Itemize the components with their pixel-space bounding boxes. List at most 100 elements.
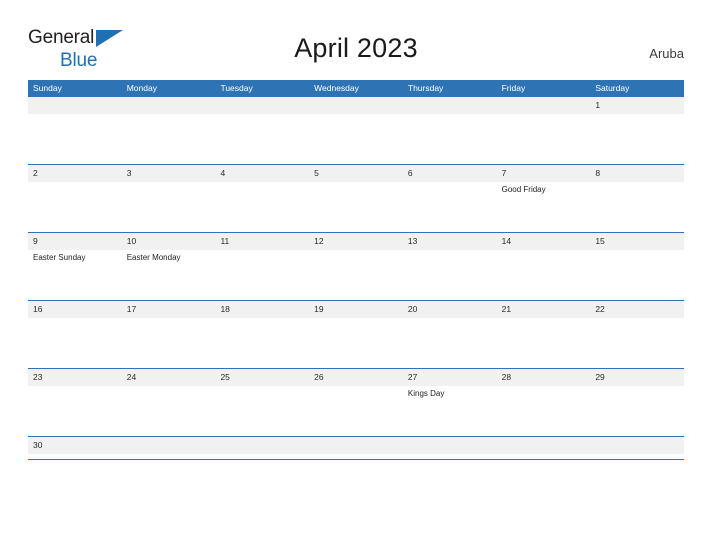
weekday-header-row: Sunday Monday Tuesday Wednesday Thursday Frid…	[28, 80, 684, 97]
day-cell-18[interactable]: 18	[215, 301, 310, 368]
day-cell-2[interactable]: 2	[28, 165, 122, 232]
weekday-header-thursday: Thursday	[407, 83, 444, 93]
page-title: April 2023	[294, 33, 418, 63]
day-cell-8[interactable]: 8	[590, 165, 685, 232]
day-cell-7[interactable]: 7 Good Friday	[496, 165, 591, 232]
day-cell-30[interactable]: 30	[28, 437, 122, 459]
day-cell-empty	[309, 97, 403, 164]
day-cell-25[interactable]: 25	[215, 369, 310, 436]
day-cell-empty	[215, 97, 310, 164]
day-number	[496, 437, 591, 454]
day-number: 3	[121, 165, 216, 182]
day-cell-6[interactable]: 6	[402, 165, 497, 232]
day-number: 27	[402, 369, 497, 386]
week-cells: 16 17 18 19 20 21 22	[28, 301, 685, 368]
day-cell-1[interactable]: 1	[590, 97, 685, 164]
day-cell-5[interactable]: 5	[309, 165, 403, 232]
day-number	[309, 437, 403, 454]
day-cell-20[interactable]: 20	[402, 301, 497, 368]
day-cell-23[interactable]: 23	[28, 369, 122, 436]
day-number	[28, 97, 122, 114]
weekday-header-friday: Friday	[501, 83, 526, 93]
holiday-label: Good Friday	[501, 185, 546, 194]
day-number	[121, 97, 216, 114]
day-number: 28	[496, 369, 591, 386]
day-number: 24	[121, 369, 216, 386]
calendar-week-row: 2 3 4 5 6 7 Good Friday 8	[28, 164, 685, 232]
calendar-weeks: 1 2 3 4 5 6 7 Good Friday 8 9 Easter Sunday 10 Easte…	[28, 97, 685, 459]
weekday-header-sunday: Sunday	[33, 83, 62, 93]
day-cell-empty	[402, 437, 497, 459]
day-number: 1	[590, 97, 685, 114]
day-cell-empty	[496, 437, 591, 459]
day-number: 8	[590, 165, 685, 182]
calendar-week-row: 23 24 25 26 27 Kings Day 28 29	[28, 368, 685, 436]
week-cells: 1	[28, 97, 685, 164]
day-number	[402, 437, 497, 454]
day-number: 20	[402, 301, 497, 318]
day-number	[215, 97, 310, 114]
day-cell-11[interactable]: 11	[215, 233, 310, 300]
day-cell-22[interactable]: 22	[590, 301, 685, 368]
day-cell-empty	[402, 97, 497, 164]
day-cell-15[interactable]: 15	[590, 233, 685, 300]
day-number: 18	[215, 301, 310, 318]
day-number: 14	[496, 233, 591, 250]
day-cell-empty	[28, 97, 122, 164]
day-number: 29	[590, 369, 685, 386]
day-events: Good Friday	[497, 182, 591, 195]
day-number: 10	[121, 233, 216, 250]
day-number	[402, 97, 497, 114]
weekday-header-tuesday: Tuesday	[220, 83, 253, 93]
calendar-week-row: 30	[28, 436, 685, 459]
day-cell-14[interactable]: 14	[496, 233, 591, 300]
day-number: 25	[215, 369, 310, 386]
day-cell-13[interactable]: 13	[402, 233, 497, 300]
day-number: 19	[309, 301, 403, 318]
day-cell-16[interactable]: 16	[28, 301, 122, 368]
day-cell-24[interactable]: 24	[121, 369, 216, 436]
calendar-week-row: 9 Easter Sunday 10 Easter Monday 11 12 13 14 15	[28, 232, 685, 300]
week-cells: 30	[28, 437, 685, 459]
holiday-label: Kings Day	[407, 389, 445, 398]
day-number: 11	[215, 233, 310, 250]
day-number: 2	[28, 165, 122, 182]
holiday-label: Easter Monday	[126, 253, 181, 262]
page-header: General Blue April 2023 Aruba	[0, 0, 712, 80]
day-number: 30	[28, 437, 122, 454]
week-cells: 23 24 25 26 27 Kings Day 28 29	[28, 369, 685, 436]
day-number: 22	[590, 301, 685, 318]
day-events: Kings Day	[403, 386, 497, 399]
day-number: 21	[496, 301, 591, 318]
day-cell-4[interactable]: 4	[215, 165, 310, 232]
day-cell-empty	[215, 437, 310, 459]
day-number: 13	[402, 233, 497, 250]
day-cell-27[interactable]: 27 Kings Day	[402, 369, 497, 436]
calendar-week-row: 1	[28, 97, 685, 164]
day-cell-empty	[496, 97, 591, 164]
day-number: 17	[121, 301, 216, 318]
day-cell-9[interactable]: 9 Easter Sunday	[28, 233, 122, 300]
day-number	[309, 97, 403, 114]
day-cell-12[interactable]: 12	[309, 233, 403, 300]
day-number: 4	[215, 165, 310, 182]
day-cell-empty	[590, 437, 685, 459]
day-cell-21[interactable]: 21	[496, 301, 591, 368]
day-number: 15	[590, 233, 685, 250]
day-number: 7	[496, 165, 591, 182]
day-cell-26[interactable]: 26	[309, 369, 403, 436]
day-cell-empty	[121, 437, 216, 459]
day-cell-17[interactable]: 17	[121, 301, 216, 368]
day-cell-10[interactable]: 10 Easter Monday	[121, 233, 216, 300]
day-number	[215, 437, 310, 454]
day-number	[590, 437, 685, 454]
day-number	[496, 97, 591, 114]
day-events: Easter Monday	[122, 250, 216, 263]
day-cell-3[interactable]: 3	[121, 165, 216, 232]
day-cell-19[interactable]: 19	[309, 301, 403, 368]
weekday-header-saturday: Saturday	[595, 83, 630, 93]
day-events: Easter Sunday	[28, 250, 122, 263]
day-cell-empty	[309, 437, 403, 459]
day-cell-28[interactable]: 28	[496, 369, 591, 436]
day-cell-29[interactable]: 29	[590, 369, 685, 436]
